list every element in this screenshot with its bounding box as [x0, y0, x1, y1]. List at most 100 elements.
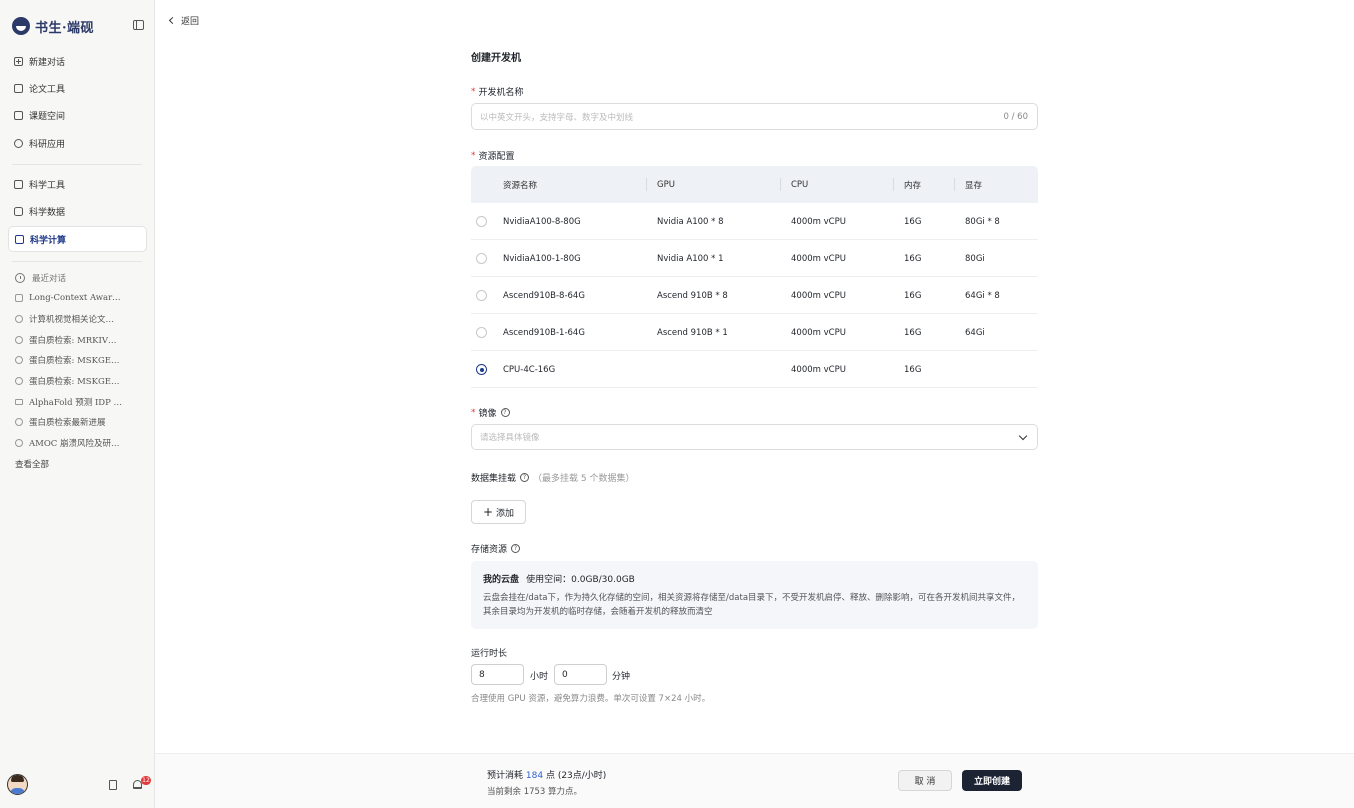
resource-gpu: Nvidia A100 * 1 [657, 253, 724, 264]
name-label-text: 开发机名称 [478, 88, 524, 98]
recent-chat-item[interactable]: 蛋白质检索最新进展 [15, 415, 127, 429]
estimated-cost: 预计消耗 184 点 (23点/小时) [487, 768, 606, 781]
resource-radio[interactable] [476, 290, 487, 301]
resource-radio-selected[interactable] [476, 364, 487, 375]
dataset-hint: （最多挂载 5 个数据集） [533, 474, 635, 484]
machine-name-placeholder: 以中英文开头，支持字母、数字及中划线 [480, 112, 634, 123]
cost-suffix: 点 (23点/小时) [545, 771, 607, 781]
runtime-hint: 合理使用 GPU 资源，避免算力浪费。单次可设置 7×24 小时。 [471, 694, 711, 704]
sidebar-item-new-chat[interactable]: 新建对话 [8, 48, 147, 74]
minutes-input[interactable]: 0 [554, 664, 607, 685]
table-row[interactable]: NvidiaA100-8-80G Nvidia A100 * 8 4000m v… [471, 203, 1038, 240]
help-icon[interactable]: ? [511, 544, 521, 553]
create-button[interactable]: 立即创建 [962, 770, 1022, 791]
image-label-text: 镜像 [478, 409, 497, 419]
help-icon[interactable]: ? [500, 408, 510, 417]
add-dataset-button[interactable]: + 添加 [471, 500, 526, 524]
resource-cpu: 4000m vCPU [791, 253, 846, 264]
resource-memory: 16G [904, 327, 922, 338]
column-divider [646, 178, 647, 191]
sidebar-item-label: 论文工具 [29, 84, 66, 95]
document-icon[interactable] [109, 780, 117, 790]
minutes-unit: 分钟 [612, 672, 631, 682]
sidebar-item-science-computing[interactable]: 科学计算 [8, 226, 147, 252]
back-label: 返回 [181, 17, 200, 27]
recent-chat-title: 蛋白质检索: MRKIV… [29, 336, 117, 346]
recent-chat-item[interactable]: 蛋白质检索: MSKGE… [15, 353, 127, 367]
recent-chats-header: 最近对话 [15, 272, 66, 284]
sidebar-item-topic-space[interactable]: 课题空间 [8, 102, 147, 128]
column-header: CPU [791, 179, 809, 190]
cube-icon [15, 356, 23, 364]
remaining-points: 当前剩余 1753 算力点。 [487, 787, 583, 797]
required-mark: * [471, 86, 476, 97]
table-row[interactable]: NvidiaA100-1-80G Nvidia A100 * 1 4000m v… [471, 240, 1038, 277]
resource-memory: 16G [904, 216, 922, 227]
machine-name-input[interactable]: 以中英文开头，支持字母、数字及中划线 0 / 60 [471, 103, 1038, 130]
document-icon [15, 294, 23, 302]
required-mark: * [471, 407, 476, 418]
char-counter: 0 / 60 [1003, 112, 1029, 122]
brand-name: 书生·端砚 [35, 20, 95, 36]
avatar[interactable] [7, 774, 28, 795]
storage-label: 存储资源 ? [471, 542, 521, 555]
see-all-link[interactable]: 查看全部 [15, 458, 49, 470]
recent-chat-item[interactable]: 蛋白质检索: MRKIV… [15, 333, 127, 347]
storage-usage: 使用空间：0.0GB/30.0GB [526, 575, 635, 585]
recent-chat-item[interactable]: AMOC 崩溃风险及研… [15, 436, 127, 450]
sidebar-item-paper-tools[interactable]: 论文工具 [8, 75, 147, 101]
table-row[interactable]: Ascend910B-1-64G Ascend 910B * 1 4000m v… [471, 314, 1038, 351]
toolbox-icon [14, 179, 23, 189]
help-icon[interactable]: ? [520, 473, 530, 482]
column-header: 显存 [965, 180, 983, 191]
sidebar-divider [12, 261, 142, 262]
resource-vram: 80Gi [965, 253, 985, 264]
sidebar-collapse-icon[interactable] [133, 20, 144, 30]
recent-chat-item[interactable]: AlphaFold 预测 IDP … [15, 395, 127, 409]
recent-chats-title: 最近对话 [32, 274, 67, 284]
brand-logo[interactable]: 书生·端砚 [12, 15, 144, 37]
storage-card: 我的云盘 使用空间：0.0GB/30.0GB 云盘会挂在/data下，作为持久化… [471, 561, 1038, 629]
cube-icon [14, 138, 23, 148]
sidebar-item-science-data[interactable]: 科学数据 [8, 198, 147, 224]
back-button[interactable]: 返回 [168, 14, 200, 27]
chevron-left-icon [168, 16, 177, 25]
resource-cpu: 4000m vCPU [791, 327, 846, 338]
table-row[interactable]: Ascend910B-8-64G Ascend 910B * 8 4000m v… [471, 277, 1038, 314]
resource-table: 资源名称 GPU CPU 内存 显存 NvidiaA100-8-80G Nvid… [471, 166, 1038, 388]
storage-title: 我的云盘 [483, 575, 520, 585]
runtime-label-text: 运行时长 [471, 649, 508, 659]
resource-gpu: Ascend 910B * 8 [657, 290, 728, 301]
resource-vram: 80Gi * 8 [965, 216, 1000, 227]
resource-radio[interactable] [476, 327, 487, 338]
notification-badge: 12 [141, 776, 151, 785]
sidebar-item-research-apps[interactable]: 科研应用 [8, 130, 147, 156]
storage-label-text: 存储资源 [471, 545, 508, 555]
hours-input[interactable]: 8 [471, 664, 524, 685]
recent-chat-item[interactable]: Long-Context Awar… [15, 291, 127, 305]
column-divider [893, 178, 894, 191]
sidebar-divider [12, 164, 142, 165]
sidebar: 书生·端砚 新建对话 论文工具 课题空间 科研应用 科学工具 科学数据 科学计算… [0, 0, 155, 808]
monitor-icon [15, 234, 24, 244]
resource-radio[interactable] [476, 253, 487, 264]
resource-vram: 64Gi * 8 [965, 290, 1000, 301]
sidebar-item-label: 科学数据 [29, 207, 66, 218]
image-select[interactable]: 请选择具体镜像 [471, 424, 1038, 450]
table-row[interactable]: CPU-4C-16G 4000m vCPU 16G [471, 351, 1038, 388]
cube-icon [15, 439, 23, 447]
cancel-button[interactable]: 取 消 [898, 770, 952, 791]
runtime-label: 运行时长 [471, 646, 507, 659]
recent-chat-item[interactable]: 蛋白质检索: MSKGE… [15, 374, 127, 388]
recent-chat-title: 蛋白质检索: MSKGE… [29, 377, 120, 387]
resource-radio[interactable] [476, 216, 487, 227]
footer-bar [155, 753, 1354, 808]
recent-chat-item[interactable]: 计算机视觉相关论文… [15, 312, 127, 326]
resource-vram: 64Gi [965, 327, 985, 338]
cost-value: 184 [525, 771, 544, 781]
plus-icon: + [482, 505, 494, 519]
sidebar-item-science-tools[interactable]: 科学工具 [8, 171, 147, 197]
column-header: 内存 [904, 180, 922, 191]
sidebar-item-label: 科研应用 [29, 139, 66, 150]
resource-cpu: 4000m vCPU [791, 364, 846, 375]
